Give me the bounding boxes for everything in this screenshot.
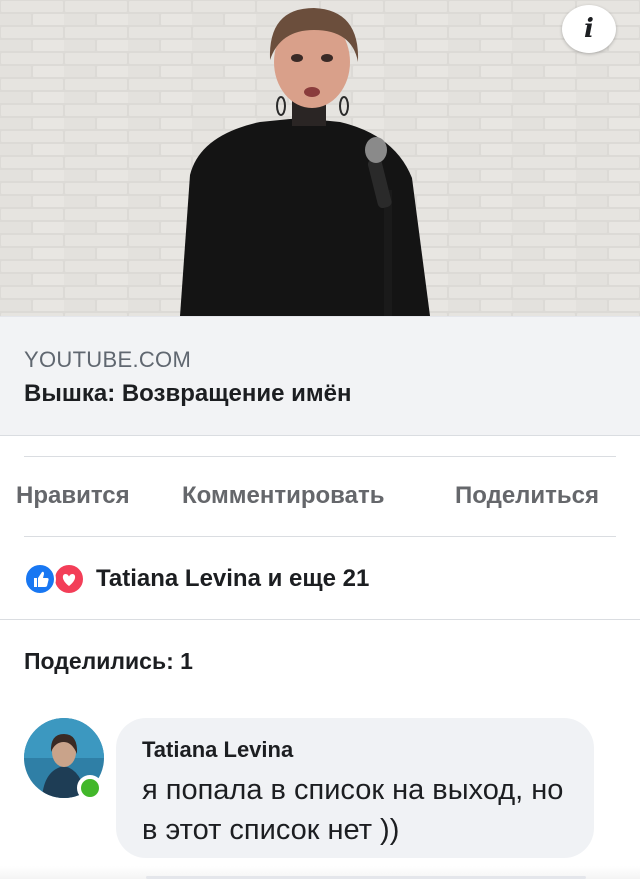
comment-text: я попала в список на выход, но в этот сп… (142, 774, 564, 846)
comment-button[interactable]: Комментировать (182, 482, 384, 510)
love-icon (53, 563, 85, 595)
section-divider (0, 619, 640, 620)
action-bar: Нравится Комментировать Поделиться (0, 458, 640, 536)
comment-bubble[interactable]: Tatiana Levina я попала в список на выхо… (116, 718, 594, 858)
thumbnail-illustration (0, 0, 640, 316)
link-preview-meta[interactable]: YOUTUBE.COM Вышка: Возвращение имён (0, 316, 640, 436)
link-title: Вышка: Возвращение имён (24, 380, 352, 407)
info-button[interactable]: i (562, 5, 616, 53)
reaction-count-text: Tatiana Levina и еще 21 (96, 565, 370, 592)
link-domain: YOUTUBE.COM (24, 347, 192, 372)
divider-top (24, 456, 616, 457)
comment-author[interactable]: Tatiana Levina (142, 737, 293, 763)
info-icon: i (584, 14, 594, 44)
like-button[interactable]: Нравится (16, 482, 130, 510)
divider-bottom (24, 536, 616, 537)
video-thumbnail[interactable]: i (0, 0, 640, 316)
share-button[interactable]: Поделиться (455, 482, 599, 510)
online-status-indicator (77, 775, 103, 801)
shares-count[interactable]: Поделились: 1 (24, 648, 193, 675)
like-icon (24, 563, 56, 595)
